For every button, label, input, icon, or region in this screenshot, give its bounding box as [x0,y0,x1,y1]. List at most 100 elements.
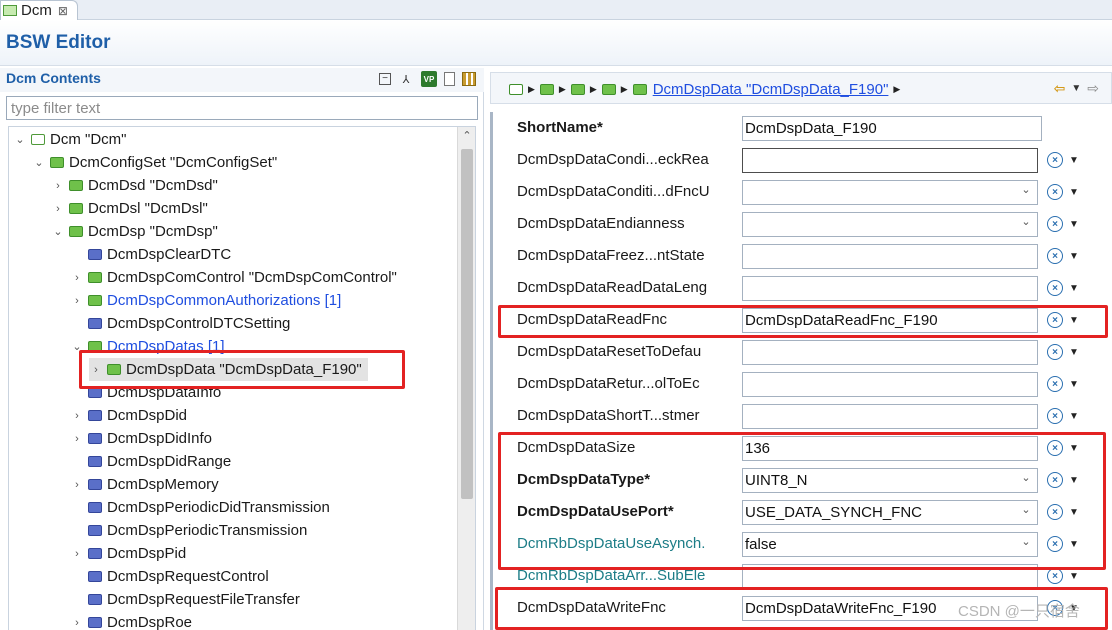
menu-arrow-icon[interactable]: ▼ [1069,411,1079,422]
breadcrumb-arrow-icon[interactable]: ▶ [590,84,597,95]
forward-arrow-icon[interactable]: ⇨ [1087,80,1099,97]
tree-node[interactable]: DcmDspClearDTC [70,243,231,266]
row-controls: × ▼ [1047,248,1079,264]
row-controls: × ▼ [1047,376,1079,392]
reset-icon[interactable]: × [1047,376,1063,392]
folder-icon[interactable] [539,84,554,95]
menu-arrow-icon[interactable]: ▼ [1069,379,1079,390]
property-label: DcmDspDataShortT...stmer [517,407,700,424]
chevron-right-icon[interactable]: › [70,433,84,445]
tree-node[interactable]: DcmDspControlDTCSetting [70,312,290,335]
chevron-down-icon[interactable]: ⌄ [1018,215,1034,233]
tree-node[interactable]: DcmDspPeriodicTransmission [70,519,307,542]
hierarchy-icon[interactable]: ⅄ [398,71,414,87]
chevron-right-icon[interactable]: › [70,272,84,284]
close-icon[interactable]: ⊠ [58,4,68,18]
chevron-down-icon[interactable]: ⌄ [1018,183,1034,201]
property-dropdown[interactable]: ⌄ [742,180,1038,205]
reset-icon[interactable]: × [1047,248,1063,264]
property-input[interactable] [742,244,1038,269]
tree-node[interactable]: ⌄ DcmDsp "DcmDsp" [51,220,217,243]
row-controls: × ▼ [1047,184,1079,200]
chevron-down-icon[interactable]: ▼ [1071,83,1081,97]
property-dropdown[interactable]: ⌄ [742,212,1038,237]
document-icon[interactable] [444,72,455,86]
tree-node[interactable]: › DcmDsl "DcmDsl" [51,197,208,220]
reset-icon[interactable]: × [1047,280,1063,296]
property-label: DcmDspDataConditi...dFncU [517,183,710,200]
collapse-all-icon[interactable]: − [379,73,391,85]
reset-icon[interactable]: × [1047,216,1063,232]
chevron-right-icon[interactable]: › [51,180,65,192]
menu-arrow-icon[interactable]: ▼ [1069,187,1079,198]
breadcrumb-arrow-icon[interactable]: ▶ [893,84,900,95]
contents-title: Dcm Contents [6,70,101,86]
scroll-up-icon[interactable]: ⌃ [458,129,475,142]
tree-node[interactable]: DcmDspRequestControl [70,565,269,588]
contents-toolbar: − ⅄ VP [379,71,476,87]
folder-icon[interactable] [632,84,647,95]
menu-arrow-icon[interactable]: ▼ [1069,571,1079,582]
property-input[interactable] [742,340,1038,365]
back-arrow-icon[interactable]: ⇦ [1054,80,1066,97]
reset-icon[interactable]: × [1047,152,1063,168]
vp-res-icon[interactable]: VP [421,71,437,87]
menu-arrow-icon[interactable]: ▼ [1069,219,1079,230]
property-label: DcmDspDataReadDataLeng [517,279,708,296]
breadcrumb-current-link[interactable]: DcmDspData "DcmDspData_F190" [653,81,889,98]
breadcrumb-arrow-icon[interactable]: ▶ [621,84,628,95]
tree-node[interactable]: › DcmDspComControl "DcmDspComControl" [70,266,397,289]
property-input[interactable] [742,404,1038,429]
folder-icon [88,318,102,329]
filter-input[interactable] [7,97,477,119]
menu-arrow-icon[interactable]: ▼ [1069,155,1079,166]
tree-node[interactable]: › DcmDspDid [70,404,187,427]
folder-icon[interactable] [601,84,616,95]
tree-node[interactable]: › DcmDspPid [70,542,186,565]
tab-dcm[interactable]: Dcm ⊠ [0,0,78,20]
menu-arrow-icon[interactable]: ▼ [1069,347,1079,358]
chevron-right-icon[interactable]: › [51,203,65,215]
tree-node[interactable]: DcmDspPeriodicDidTransmission [70,496,330,519]
menu-arrow-icon[interactable]: ▼ [1069,251,1079,262]
reset-icon[interactable]: × [1047,568,1063,584]
tree-node[interactable]: › DcmDspMemory [70,473,219,496]
tree-node[interactable]: ⌄ Dcm "Dcm" [13,128,126,151]
chevron-right-icon[interactable]: › [70,617,84,629]
chevron-down-icon[interactable]: ⌄ [13,133,27,146]
chevron-right-icon[interactable]: › [70,410,84,422]
tree-node[interactable]: ⌄ DcmConfigSet "DcmConfigSet" [32,151,277,174]
menu-arrow-icon[interactable]: ▼ [1069,283,1079,294]
property-input[interactable]: DcmDspData_F190 [742,116,1042,141]
tree-node-label: DcmDspMemory [107,476,219,493]
tree-node[interactable]: › DcmDspCommonAuthorizations [1] [70,289,341,312]
reset-icon[interactable]: × [1047,344,1063,360]
chevron-right-icon[interactable]: › [70,295,84,307]
tree-scrollbar[interactable]: ⌃ [457,127,475,630]
property-input[interactable] [742,372,1038,397]
table-view-icon[interactable] [462,72,476,86]
chevron-down-icon[interactable]: ⌄ [51,225,65,238]
tree-node[interactable]: DcmDspRequestFileTransfer [70,588,300,611]
breadcrumb-arrow-icon[interactable]: ▶ [559,84,566,95]
scroll-thumb[interactable] [461,149,473,499]
chevron-down-icon[interactable]: ⌄ [32,156,46,169]
chevron-right-icon[interactable]: › [70,548,84,560]
property-row: DcmDspDataRetur...olToEc × ▼ [499,370,1109,398]
tree-node[interactable]: › DcmDspRoe [70,611,192,630]
tree-node[interactable]: › DcmDspDidInfo [70,427,212,450]
tree-node[interactable]: DcmDspDidRange [70,450,231,473]
folder-icon [88,502,102,513]
module-icon[interactable] [509,84,523,95]
tree-node-label: DcmDspRequestControl [107,568,269,585]
reset-icon[interactable]: × [1047,408,1063,424]
reset-icon[interactable]: × [1047,184,1063,200]
property-input[interactable] [742,148,1038,173]
folder-icon [88,594,102,605]
folder-icon[interactable] [570,84,585,95]
property-input[interactable] [742,276,1038,301]
filter-field[interactable] [6,96,478,120]
breadcrumb-arrow-icon[interactable]: ▶ [528,84,535,95]
chevron-right-icon[interactable]: › [70,479,84,491]
tree-node[interactable]: › DcmDsd "DcmDsd" [51,174,218,197]
